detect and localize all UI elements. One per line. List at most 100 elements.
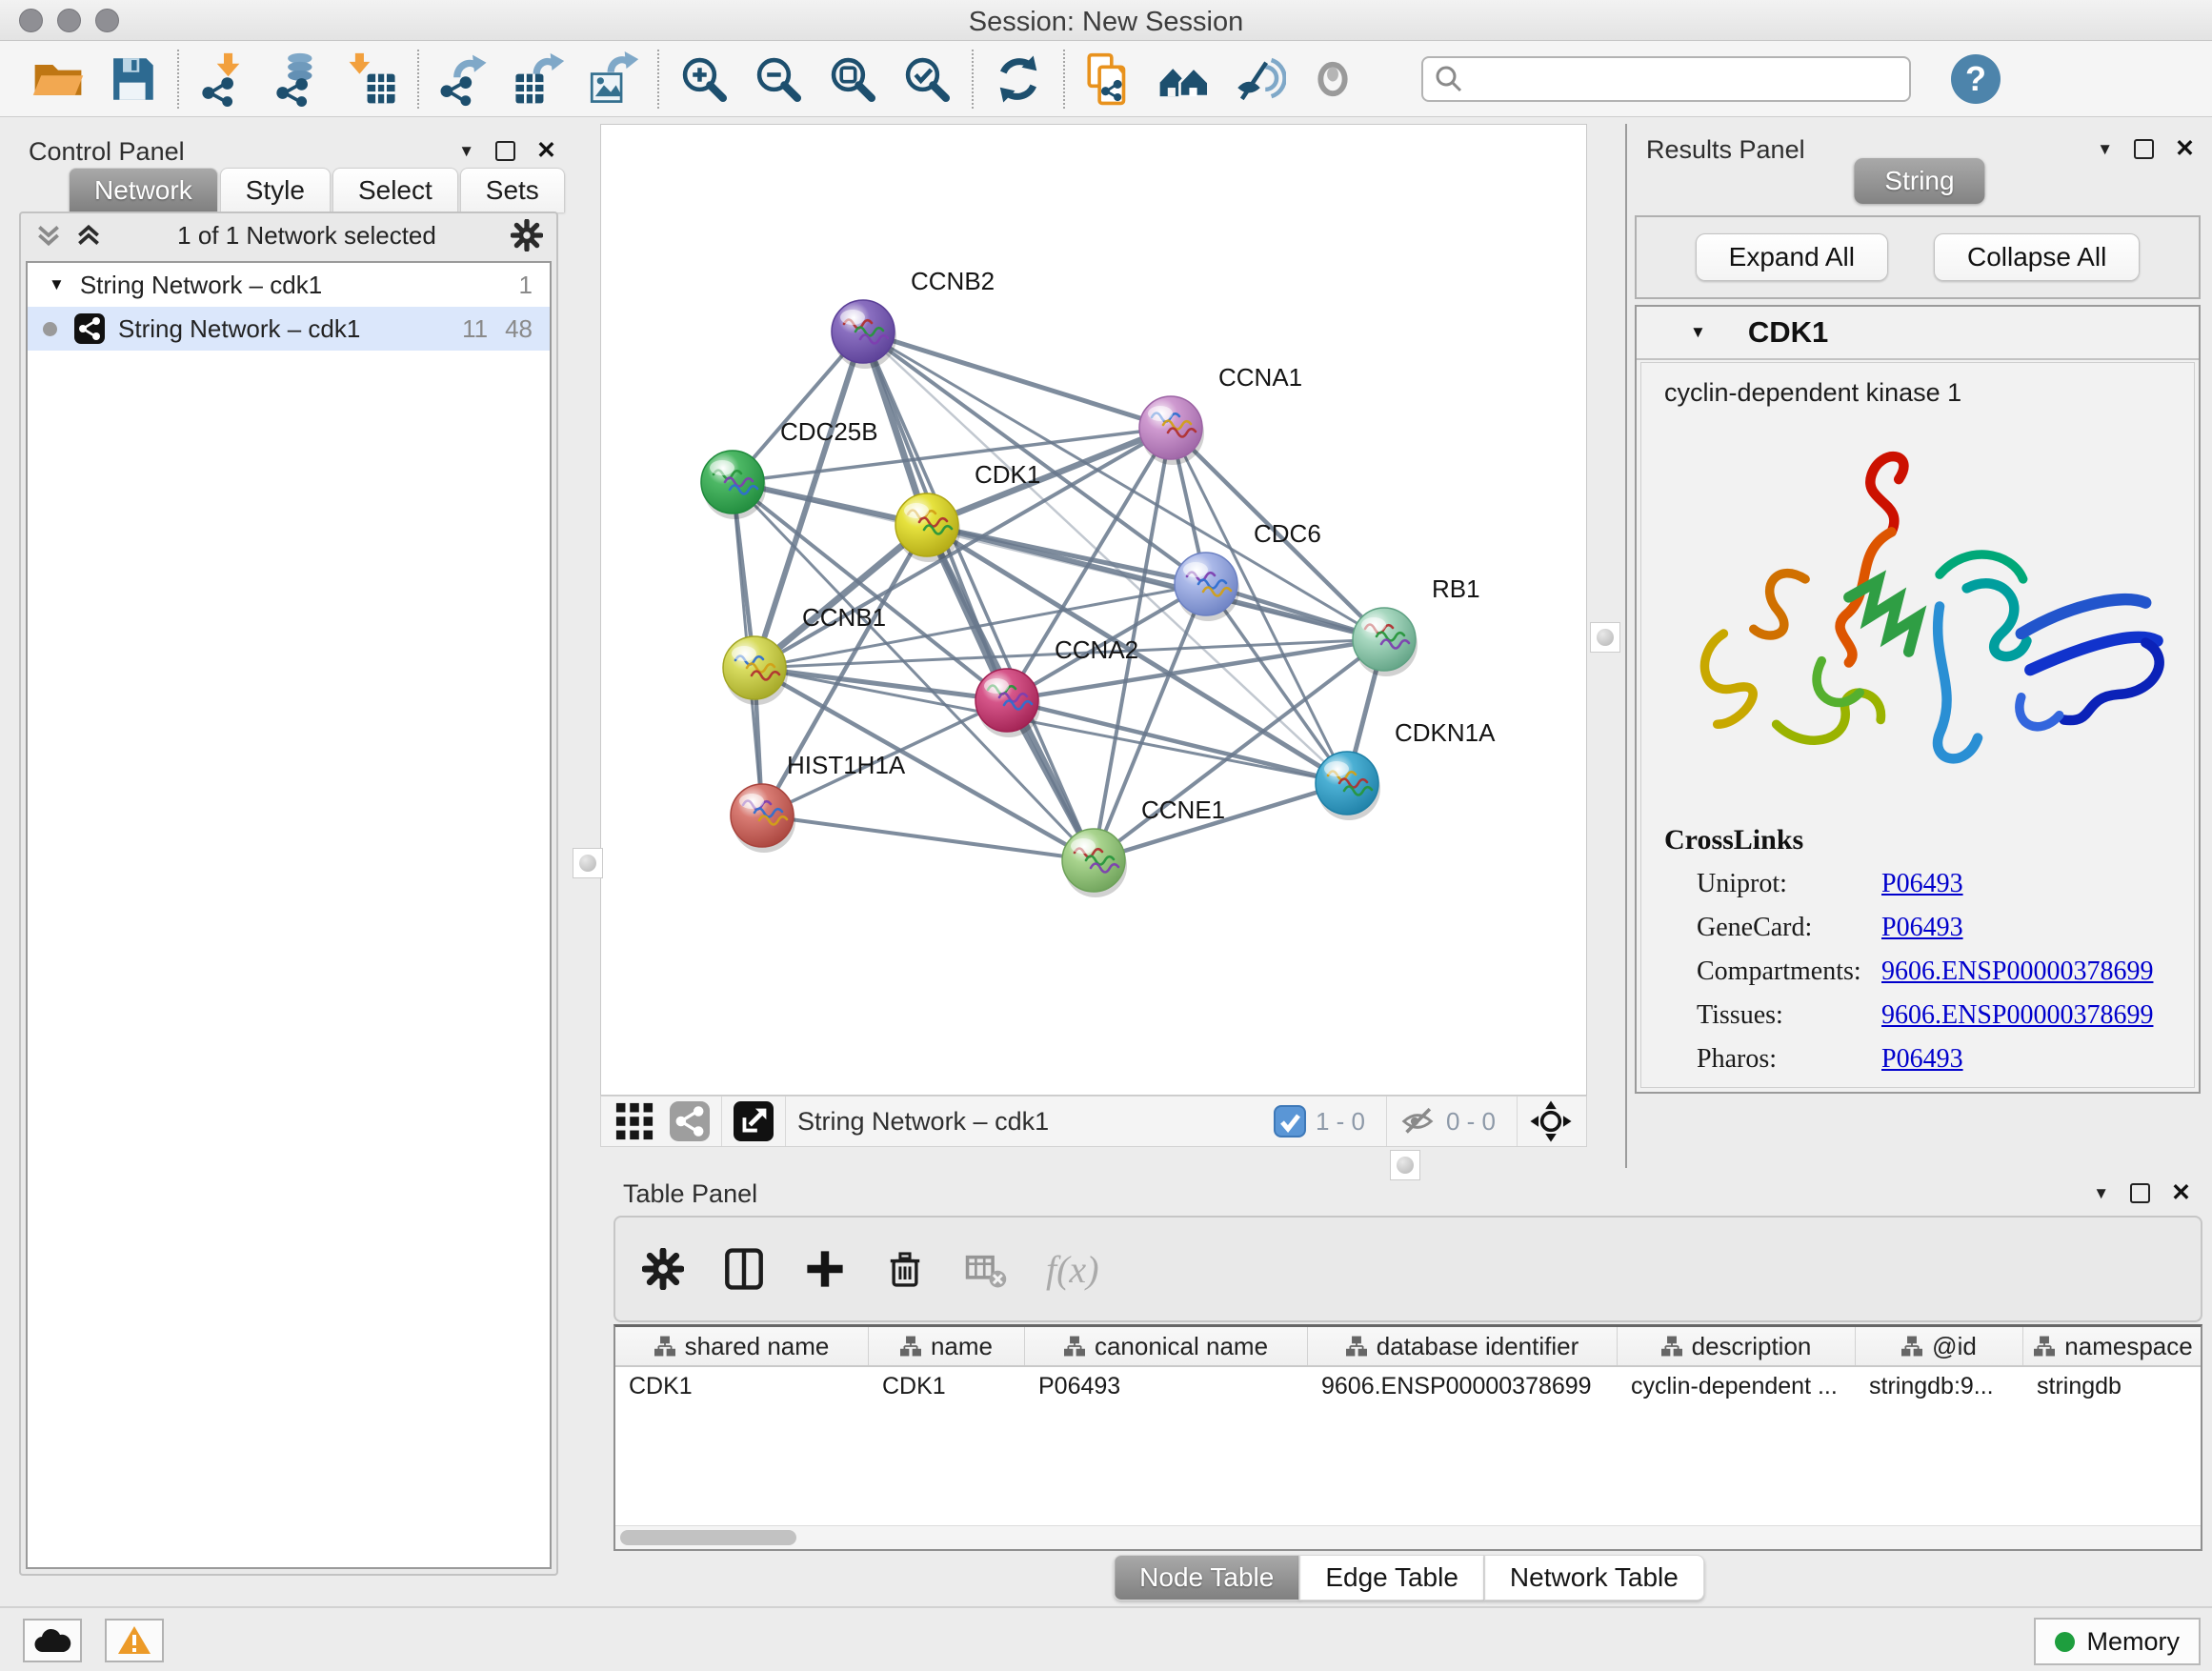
delete-column-icon[interactable]: [884, 1248, 926, 1290]
float-panel-icon[interactable]: [495, 141, 515, 161]
tab-select[interactable]: Select: [332, 168, 458, 212]
column-header-name[interactable]: name: [869, 1327, 1025, 1365]
eye-waves-icon: [1231, 51, 1286, 107]
save-session-button[interactable]: [95, 45, 170, 113]
network-node-rb1[interactable]: [1353, 608, 1418, 676]
crosslink-row: Pharos:P06493: [1641, 1037, 2194, 1081]
search-input[interactable]: [1465, 63, 1909, 94]
warning-button[interactable]: [105, 1619, 164, 1662]
clone-network-button[interactable]: [1073, 45, 1147, 113]
network-canvas[interactable]: CCNB2CCNA1CDC25BCDK1CDC6RB1CCNB1CCNA2CDK…: [601, 125, 1586, 1095]
crosslink-tissues[interactable]: 9606.ENSP00000378699: [1881, 1000, 2153, 1031]
gene-section-header[interactable]: ▼ CDK1: [1637, 307, 2199, 360]
left-splitter-handle[interactable]: [573, 848, 603, 878]
cloud-button[interactable]: [23, 1619, 82, 1662]
title-bar: Session: New Session: [0, 0, 2212, 41]
scrollbar-thumb[interactable]: [620, 1530, 796, 1545]
right-splitter-handle[interactable]: [1590, 622, 1620, 653]
hide-glass-labels-button[interactable]: [1221, 45, 1296, 113]
selected-checkbox-icon[interactable]: [1274, 1105, 1306, 1137]
expand-all-icon[interactable]: [74, 221, 103, 250]
expand-all-button[interactable]: Expand All: [1696, 233, 1888, 281]
table-row[interactable]: CDK1CDK1P064939606.ENSP00000378699cyclin…: [615, 1367, 2201, 1405]
close-panel-icon[interactable]: ✕: [2175, 137, 2195, 161]
network-edge[interactable]: [754, 668, 1007, 700]
tab-network-table[interactable]: Network Table: [1484, 1555, 1704, 1601]
tab-sets[interactable]: Sets: [460, 168, 565, 212]
close-panel-icon[interactable]: ✕: [536, 139, 556, 163]
export-image-button[interactable]: [575, 45, 650, 113]
crosslink-uniprot[interactable]: P06493: [1881, 869, 1963, 899]
column-header-description[interactable]: description: [1618, 1327, 1856, 1365]
column-header-id[interactable]: @id: [1856, 1327, 2023, 1365]
network-edge[interactable]: [762, 815, 1094, 860]
network-node-ccna1[interactable]: [1139, 396, 1204, 465]
export-network-button[interactable]: [427, 45, 501, 113]
network-row[interactable]: String Network – cdk1 11 48: [28, 307, 550, 351]
open-session-button[interactable]: [21, 45, 95, 113]
collection-expand-icon[interactable]: ▼: [49, 275, 65, 294]
memory-button[interactable]: Memory: [2034, 1618, 2201, 1665]
tab-network[interactable]: Network: [69, 168, 218, 212]
network-node-hist1h1a[interactable]: [731, 784, 795, 853]
network-node-ccna2[interactable]: [975, 669, 1040, 737]
show-graphics-details-button[interactable]: [1296, 45, 1370, 113]
panel-menu-icon[interactable]: ▼: [458, 142, 474, 161]
network-edge[interactable]: [863, 332, 1094, 860]
table-gear-icon[interactable]: [642, 1248, 684, 1290]
import-network-button[interactable]: [187, 45, 261, 113]
import-table-button[interactable]: [335, 45, 410, 113]
tab-edge-table[interactable]: Edge Table: [1299, 1555, 1484, 1601]
grid-view-icon[interactable]: [614, 1101, 654, 1141]
node-label-ccna2: CCNA2: [1055, 635, 1138, 664]
results-button-row: Expand All Collapse All: [1635, 215, 2201, 299]
collapse-all-button[interactable]: Collapse All: [1934, 233, 2140, 281]
network-node-cdkn1a[interactable]: [1316, 752, 1380, 820]
birds-eye-crosshair-icon[interactable]: [1529, 1099, 1573, 1143]
refresh-view-button[interactable]: [981, 45, 1056, 113]
zoom-selected-button[interactable]: [890, 45, 964, 113]
hidden-eye-slash-icon[interactable]: [1398, 1102, 1437, 1140]
tab-style[interactable]: Style: [220, 168, 331, 212]
network-node-cdc25b[interactable]: [701, 451, 766, 519]
show-columns-icon[interactable]: [722, 1247, 766, 1291]
column-header-namespace[interactable]: namespace: [2023, 1327, 2202, 1365]
tab-node-table[interactable]: Node Table: [1114, 1555, 1299, 1601]
float-panel-icon[interactable]: [2134, 139, 2154, 159]
column-header-database-identifier[interactable]: database identifier: [1308, 1327, 1618, 1365]
function-builder-icon[interactable]: f(x): [1046, 1247, 1099, 1292]
network-edge[interactable]: [863, 332, 1171, 428]
network-node-cdk1[interactable]: [895, 493, 960, 562]
zoom-fit-button[interactable]: [815, 45, 890, 113]
float-panel-icon[interactable]: [2130, 1183, 2150, 1203]
gear-icon[interactable]: [511, 219, 543, 252]
add-column-icon[interactable]: [804, 1248, 846, 1290]
delete-table-icon[interactable]: [964, 1247, 1008, 1291]
help-button[interactable]: ?: [1951, 54, 2001, 104]
panel-menu-icon[interactable]: ▼: [2097, 140, 2113, 159]
network-list: ▼ String Network – cdk1 1 String Network…: [26, 261, 552, 1569]
network-node-ccne1[interactable]: [1062, 829, 1127, 897]
export-table-button[interactable]: [501, 45, 575, 113]
crosslink-compartments[interactable]: 9606.ENSP00000378699: [1881, 956, 2153, 987]
column-header-shared-name[interactable]: shared name: [615, 1327, 869, 1365]
tab-string[interactable]: String: [1854, 158, 1984, 204]
network-node-ccnb1[interactable]: [723, 636, 788, 705]
import-database-button[interactable]: [261, 45, 335, 113]
network-node-cdc6[interactable]: [1175, 553, 1239, 621]
crosslink-genecard[interactable]: P06493: [1881, 913, 1963, 943]
crosslink-label: GeneCard:: [1697, 913, 1878, 943]
network-edge[interactable]: [863, 332, 1384, 639]
open-external-icon[interactable]: [734, 1101, 774, 1141]
collapse-all-icon[interactable]: [34, 221, 63, 250]
section-collapse-icon[interactable]: ▼: [1690, 323, 1706, 342]
zoom-out-button[interactable]: [741, 45, 815, 113]
network-share-icon[interactable]: [670, 1101, 710, 1141]
crosslink-pharos[interactable]: P06493: [1881, 1044, 1963, 1075]
column-header-canonical-name[interactable]: canonical name: [1025, 1327, 1308, 1365]
network-collection-row[interactable]: ▼ String Network – cdk1 1: [28, 263, 550, 307]
panel-menu-icon[interactable]: ▼: [2093, 1184, 2109, 1203]
close-panel-icon[interactable]: ✕: [2171, 1181, 2191, 1205]
zoom-in-button[interactable]: [667, 45, 741, 113]
string-home-button[interactable]: [1147, 45, 1221, 113]
